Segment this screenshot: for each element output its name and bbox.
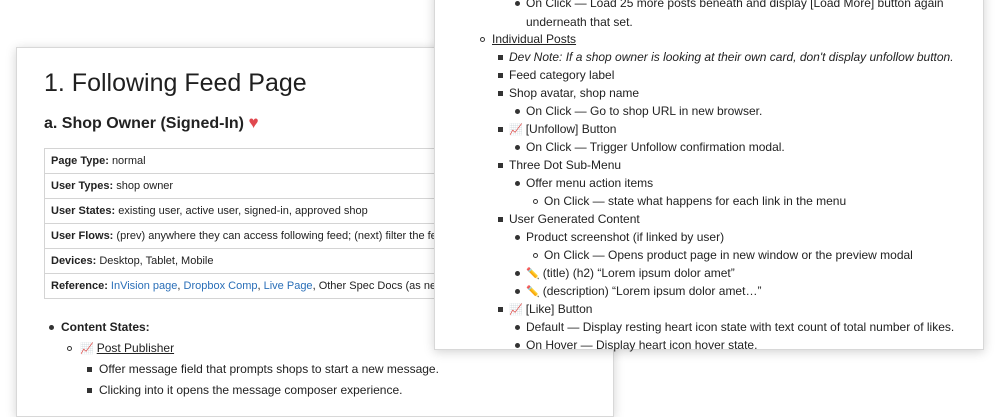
list-item: Offer message field that prompts shops t… (44, 359, 613, 380)
description-item: (description) “Lorem ipsum dolor amet…” (542, 284, 762, 298)
content-states-label: Content States: (61, 320, 150, 334)
post-publisher-link[interactable]: Post Publisher (97, 341, 174, 355)
user-types-value: shop owner (116, 180, 174, 192)
section-heading-text: a. Shop Owner (Signed-In) (44, 115, 244, 132)
reference-label: Reference: (51, 280, 108, 292)
dropbox-link[interactable]: Dropbox Comp (184, 280, 258, 292)
bullet-dot-icon (46, 317, 56, 338)
user-flows-value: (prev) anywhere they can access followin… (116, 230, 437, 242)
like-hover: On Hover — Display heart icon hover stat… (526, 338, 758, 352)
list-item: Clicking into it opens the message compo… (44, 380, 613, 401)
invision-link[interactable]: InVision page (111, 280, 177, 292)
other-spec-docs: Other Spec Docs (as ne (318, 280, 437, 292)
bullet-circle-icon (64, 338, 74, 359)
bullet-square-icon (84, 359, 94, 380)
chart-icon: 📈 (80, 343, 94, 355)
devices-label: Devices: (51, 255, 97, 267)
like-button-item: [Like] Button (525, 302, 593, 316)
user-flows-label: User Flows: (51, 230, 114, 242)
spec-card-right: On Click — Load 25 more posts beneath an… (434, 0, 984, 352)
title-item: (title) (h2) “Lorem ipsum dolor amet” (542, 266, 735, 280)
pp-item-1: Offer message field that prompts shops t… (99, 362, 439, 376)
bullet-square-icon (84, 380, 94, 401)
pencil-icon: ✏️ (526, 268, 540, 280)
user-states-label: User States: (51, 205, 116, 217)
heart-icon: ♥ (248, 113, 259, 132)
devices-value: Desktop, Tablet, Mobile (99, 255, 214, 267)
page-type-value: normal (111, 155, 146, 167)
live-page-link[interactable]: Live Page (264, 280, 313, 292)
page-type-label: Page Type: (51, 155, 109, 167)
chart-icon: 📈 (509, 304, 523, 316)
chart-icon: 📈 (509, 124, 523, 136)
user-states-value: existing user, active user, signed-in, a… (118, 205, 368, 217)
bullet-dot-icon (512, 335, 522, 356)
user-types-label: User Types: (51, 180, 114, 192)
list-item: On Hover — Display heart icon hover stat… (435, 335, 985, 356)
unfollow-button-item: [Unfollow] Button (525, 122, 617, 136)
pp-item-2: Clicking into it opens the message compo… (99, 383, 403, 397)
pencil-icon: ✏️ (526, 286, 540, 298)
